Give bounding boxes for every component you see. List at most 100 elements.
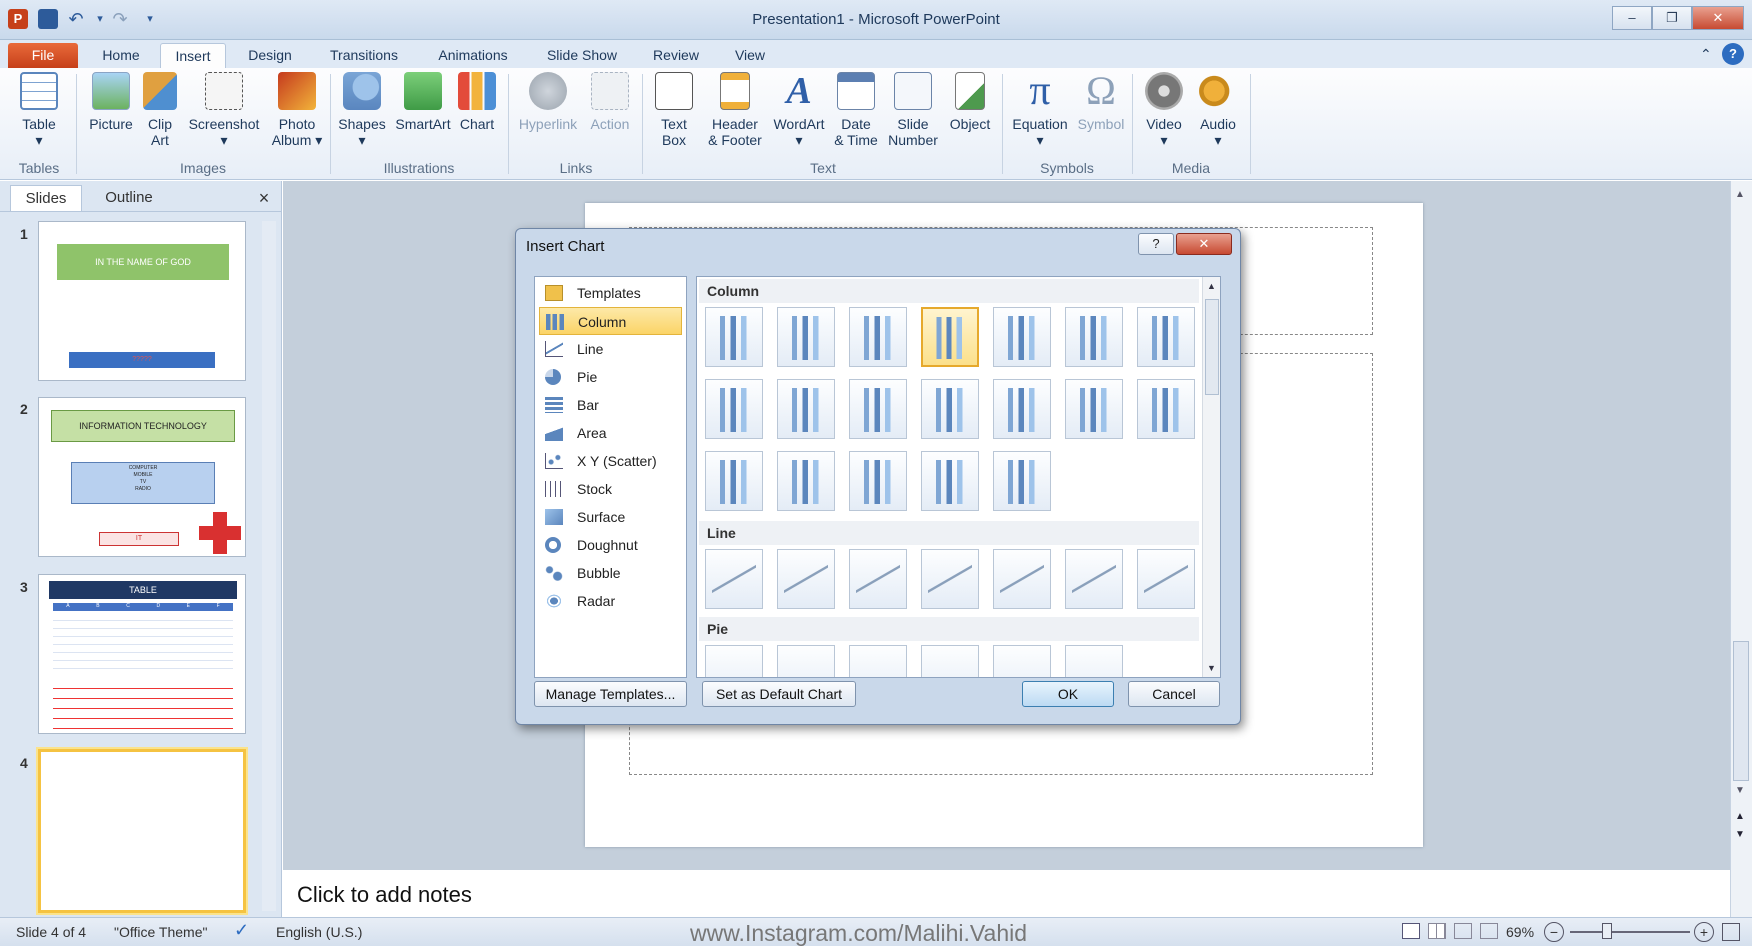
line-chart-option[interactable] xyxy=(777,549,835,609)
zoom-out-icon[interactable]: − xyxy=(1544,922,1564,942)
column-chart-option[interactable] xyxy=(921,307,979,367)
audio-button[interactable]: Audio ▾ xyxy=(1190,72,1246,148)
slide-thumbnail-2[interactable]: INFORMATION TECHNOLOGY COMPUTER MOBILE T… xyxy=(38,397,246,557)
column-chart-option[interactable] xyxy=(921,379,979,439)
column-chart-option[interactable] xyxy=(993,307,1051,367)
category-radar[interactable]: Radar xyxy=(539,587,682,615)
shapes-button[interactable]: Shapes ▾ xyxy=(334,72,390,148)
restore-button[interactable]: ❐ xyxy=(1652,6,1692,30)
fit-to-window-icon[interactable] xyxy=(1722,923,1740,941)
dialog-help-button[interactable]: ? xyxy=(1138,233,1174,255)
scroll-up-icon[interactable]: ▲ xyxy=(1735,189,1745,200)
symbol-button[interactable]: Ω Symbol xyxy=(1074,71,1128,133)
ok-button[interactable]: OK xyxy=(1022,681,1114,707)
tab-animations[interactable]: Animations xyxy=(426,43,520,68)
theme-name[interactable]: "Office Theme" xyxy=(114,924,207,940)
picture-button[interactable]: Picture xyxy=(78,72,144,132)
set-default-chart-button[interactable]: Set as Default Chart xyxy=(702,681,856,707)
column-chart-option[interactable] xyxy=(849,379,907,439)
column-chart-option[interactable] xyxy=(921,451,979,511)
slide-sorter-icon[interactable] xyxy=(1428,923,1446,939)
slide-show-icon[interactable] xyxy=(1480,923,1498,939)
previous-slide-icon[interactable]: ▲ xyxy=(1735,811,1745,822)
scroll-thumb[interactable] xyxy=(1733,641,1749,781)
category-column[interactable]: Column xyxy=(539,307,682,335)
screenshot-button[interactable]: Screenshot ▾ xyxy=(186,72,262,148)
column-chart-option[interactable] xyxy=(1137,307,1195,367)
tab-file[interactable]: File xyxy=(8,43,78,68)
line-chart-option[interactable] xyxy=(921,549,979,609)
zoom-slider-thumb[interactable] xyxy=(1602,923,1612,939)
pie-chart-option[interactable] xyxy=(849,645,907,677)
pie-chart-option[interactable] xyxy=(705,645,763,677)
table-button[interactable]: Table ▾ xyxy=(8,72,70,148)
action-button[interactable]: Action xyxy=(582,72,638,132)
minimize-ribbon-icon[interactable]: ⌃ xyxy=(1700,46,1712,63)
scroll-down-icon[interactable]: ▼ xyxy=(1735,785,1745,796)
normal-view-icon[interactable] xyxy=(1402,923,1420,939)
slide-thumbnail-1[interactable]: IN THE NAME OF GOD ????? xyxy=(38,221,246,381)
video-button[interactable]: Video ▾ xyxy=(1136,72,1192,148)
tab-review[interactable]: Review xyxy=(644,43,708,68)
tab-home[interactable]: Home xyxy=(90,43,152,68)
cancel-button[interactable]: Cancel xyxy=(1128,681,1220,707)
column-chart-option[interactable] xyxy=(777,379,835,439)
column-chart-option[interactable] xyxy=(777,451,835,511)
tab-slide-show[interactable]: Slide Show xyxy=(538,43,626,68)
header-footer-button[interactable]: Header & Footer xyxy=(700,72,770,148)
vertical-scrollbar[interactable]: ▲ ▼ ▲ ▼ xyxy=(1730,181,1752,917)
language[interactable]: English (U.S.) xyxy=(276,924,362,940)
tab-view[interactable]: View xyxy=(724,43,776,68)
column-chart-option[interactable] xyxy=(849,307,907,367)
wordart-button[interactable]: A WordArt ▾ xyxy=(768,72,830,148)
category-line[interactable]: Line xyxy=(539,335,682,363)
category-templates[interactable]: Templates xyxy=(539,279,682,307)
column-chart-option[interactable] xyxy=(777,307,835,367)
category-stock[interactable]: Stock xyxy=(539,475,682,503)
gallery-scroll-thumb[interactable] xyxy=(1205,299,1219,395)
close-button[interactable]: ✕ xyxy=(1692,6,1744,30)
line-chart-option[interactable] xyxy=(1065,549,1123,609)
category-scatter[interactable]: X Y (Scatter) xyxy=(539,447,682,475)
category-bar[interactable]: Bar xyxy=(539,391,682,419)
line-chart-option[interactable] xyxy=(1137,549,1195,609)
object-button[interactable]: Object xyxy=(942,72,998,132)
pie-chart-option[interactable] xyxy=(1065,645,1123,677)
line-chart-option[interactable] xyxy=(849,549,907,609)
reading-view-icon[interactable] xyxy=(1454,923,1472,939)
category-bubble[interactable]: Bubble xyxy=(539,559,682,587)
gallery-scroll-up-icon[interactable]: ▲ xyxy=(1207,281,1216,291)
zoom-slider[interactable] xyxy=(1570,931,1690,933)
text-box-button[interactable]: Text Box xyxy=(648,72,700,148)
column-chart-option[interactable] xyxy=(849,451,907,511)
smartart-button[interactable]: SmartArt xyxy=(388,72,458,132)
gallery-scrollbar[interactable]: ▲ ▼ xyxy=(1202,277,1220,677)
manage-templates-button[interactable]: Manage Templates... xyxy=(534,681,687,707)
pie-chart-option[interactable] xyxy=(777,645,835,677)
clip-art-button[interactable]: Clip Art xyxy=(140,72,180,148)
panel-close-icon[interactable]: × xyxy=(254,185,274,211)
tab-transitions[interactable]: Transitions xyxy=(318,43,410,68)
tab-design[interactable]: Design xyxy=(238,43,302,68)
notes-pane[interactable]: Click to add notes xyxy=(283,867,1730,917)
panel-scrollbar[interactable] xyxy=(262,221,276,911)
category-doughnut[interactable]: Doughnut xyxy=(539,531,682,559)
hyperlink-button[interactable]: Hyperlink xyxy=(514,72,582,132)
gallery-scroll-down-icon[interactable]: ▼ xyxy=(1207,663,1216,673)
help-icon[interactable]: ? xyxy=(1722,43,1744,65)
minimize-button[interactable]: – xyxy=(1612,6,1652,30)
column-chart-option[interactable] xyxy=(1065,307,1123,367)
date-time-button[interactable]: Date & Time xyxy=(828,72,884,148)
zoom-level[interactable]: 69% xyxy=(1506,924,1534,940)
next-slide-icon[interactable]: ▼ xyxy=(1735,829,1745,840)
column-chart-option[interactable] xyxy=(705,451,763,511)
tab-slides[interactable]: Slides xyxy=(10,185,82,211)
column-chart-option[interactable] xyxy=(993,379,1051,439)
tab-outline[interactable]: Outline xyxy=(88,185,170,211)
line-chart-option[interactable] xyxy=(705,549,763,609)
slide-thumbnail-3[interactable]: TABLE A B C D E F xyxy=(38,574,246,734)
column-chart-option[interactable] xyxy=(1065,379,1123,439)
column-chart-option[interactable] xyxy=(705,379,763,439)
zoom-in-icon[interactable]: + xyxy=(1694,922,1714,942)
equation-button[interactable]: π Equation ▾ xyxy=(1006,70,1074,148)
